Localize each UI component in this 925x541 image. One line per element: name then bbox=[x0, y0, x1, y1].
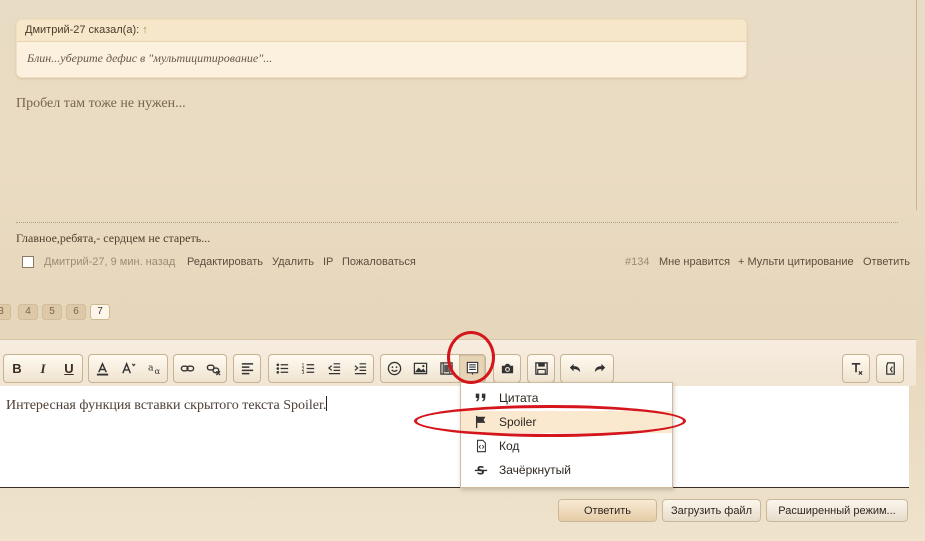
upload-file-button[interactable]: Загрузить файл bbox=[662, 499, 761, 522]
numbered-list-icon[interactable]: 123 bbox=[295, 355, 321, 382]
svg-text:a: a bbox=[147, 362, 153, 373]
toggle-source-icon[interactable] bbox=[877, 355, 903, 382]
quote-icon bbox=[473, 390, 489, 406]
signature: Главное,ребята,- сердцем не стареть... bbox=[16, 231, 211, 245]
signature-divider bbox=[16, 222, 898, 223]
camera-icon[interactable] bbox=[494, 355, 520, 382]
insert-group bbox=[380, 354, 486, 383]
bullet-list-icon[interactable] bbox=[269, 355, 295, 382]
dropdown-item-code[interactable]: Код bbox=[461, 435, 672, 457]
font-family-icon[interactable]: aα bbox=[141, 355, 167, 382]
source-group bbox=[876, 354, 904, 383]
flag-icon bbox=[473, 414, 489, 430]
save-group bbox=[527, 354, 555, 383]
quote-header: Дмитрий-27 сказал(а): ↑ bbox=[17, 20, 746, 42]
quote-text: Блин...уберите дефис в "мультицитировани… bbox=[27, 51, 273, 65]
post-author-time[interactable]: Дмитрий-27, 9 мин. назад bbox=[44, 256, 175, 268]
message-text: Пробел там тоже не нужен... bbox=[16, 96, 186, 111]
advanced-mode-button[interactable]: Расширенный режим... bbox=[766, 499, 908, 522]
link-group bbox=[173, 354, 227, 383]
page-link[interactable]: 6 bbox=[66, 304, 86, 320]
edit-link[interactable]: Редактировать bbox=[187, 256, 263, 268]
svg-text:α: α bbox=[154, 366, 160, 376]
formatting-dropdown: Цитата Spoiler Код S Зачёркнутый bbox=[460, 382, 673, 488]
text-style-group: B I U bbox=[3, 354, 83, 383]
smiley-icon[interactable] bbox=[381, 355, 407, 382]
link-icon[interactable] bbox=[174, 355, 200, 382]
quote-block: Дмитрий-27 сказал(а): ↑ Блин...уберите де… bbox=[16, 19, 747, 78]
text-color-icon[interactable] bbox=[89, 355, 115, 382]
delete-link[interactable]: Удалить bbox=[272, 256, 314, 268]
undo-icon[interactable] bbox=[561, 355, 587, 382]
page-link[interactable]: 5 bbox=[42, 304, 62, 320]
clear-formatting-icon[interactable] bbox=[843, 355, 869, 382]
content-border bbox=[916, 0, 917, 210]
more-formatting-icon[interactable] bbox=[459, 355, 485, 382]
align-group bbox=[233, 354, 261, 383]
svg-text:3: 3 bbox=[301, 370, 304, 376]
current-page: 7 bbox=[90, 304, 110, 320]
outdent-icon[interactable] bbox=[321, 355, 347, 382]
multiquote-link[interactable]: + Мульти цитирование bbox=[738, 256, 854, 268]
underline-button[interactable]: U bbox=[56, 355, 82, 382]
font-size-icon[interactable] bbox=[115, 355, 141, 382]
reply-link[interactable]: Ответить bbox=[863, 256, 910, 268]
message-input-text: Интересная функция вставки скрытого текс… bbox=[6, 398, 327, 413]
redo-icon[interactable] bbox=[587, 355, 613, 382]
dropdown-item-quote[interactable]: Цитата bbox=[461, 387, 672, 409]
dropdown-item-spoiler[interactable]: Spoiler bbox=[461, 411, 672, 433]
submit-reply-button[interactable]: Ответить bbox=[558, 499, 657, 522]
history-group bbox=[560, 354, 614, 383]
report-link[interactable]: Пожаловаться bbox=[342, 256, 416, 268]
italic-button[interactable]: I bbox=[30, 355, 56, 382]
unlink-icon[interactable] bbox=[200, 355, 226, 382]
editor-toolbar: B I U aα 123 bbox=[0, 339, 916, 386]
image-icon[interactable] bbox=[407, 355, 433, 382]
indent-icon[interactable] bbox=[347, 355, 373, 382]
media-icon[interactable] bbox=[433, 355, 459, 382]
list-group: 123 bbox=[268, 354, 374, 383]
font-group: aα bbox=[88, 354, 168, 383]
dropdown-item-label: Spoiler bbox=[499, 415, 537, 429]
ip-link[interactable]: IP bbox=[323, 256, 333, 268]
dropdown-item-label: Код bbox=[499, 439, 520, 453]
dropdown-item-strikethrough[interactable]: S Зачёркнутый bbox=[461, 459, 672, 481]
clear-format-group bbox=[842, 354, 870, 383]
post-number[interactable]: #134 bbox=[625, 256, 649, 268]
camera-group bbox=[493, 354, 521, 383]
quote-source-arrow-icon[interactable]: ↑ bbox=[142, 24, 148, 36]
post-meta: Дмитрий-27, 9 мин. назад Редактировать У… bbox=[20, 255, 910, 271]
page-link[interactable]: 3 bbox=[0, 304, 11, 320]
select-post-checkbox[interactable] bbox=[22, 256, 34, 268]
message-input[interactable]: Интересная функция вставки скрытого текс… bbox=[0, 386, 909, 488]
text-caret bbox=[326, 396, 328, 411]
save-draft-icon[interactable] bbox=[528, 355, 554, 382]
strikethrough-icon: S bbox=[473, 462, 489, 478]
dropdown-item-label: Зачёркнутый bbox=[499, 463, 571, 477]
bold-button[interactable]: B bbox=[4, 355, 30, 382]
quote-author: Дмитрий-27 сказал(а): bbox=[25, 24, 140, 36]
align-left-icon[interactable] bbox=[234, 355, 260, 382]
page-link[interactable]: 4 bbox=[18, 304, 38, 320]
dropdown-item-label: Цитата bbox=[499, 391, 539, 405]
code-icon bbox=[473, 438, 489, 454]
like-link[interactable]: Мне нравится bbox=[659, 256, 730, 268]
